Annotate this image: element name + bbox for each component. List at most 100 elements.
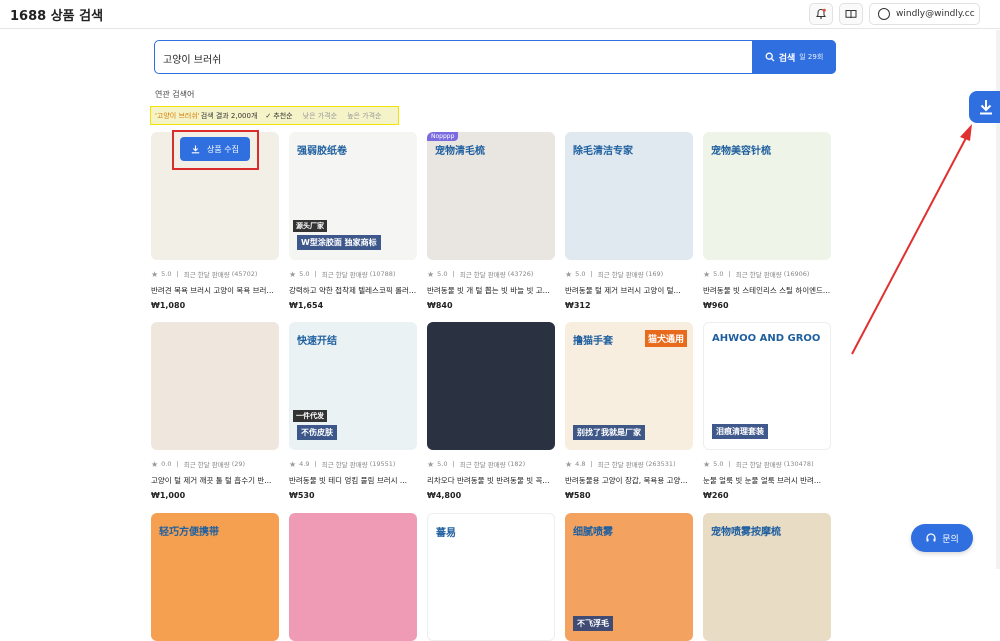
product-image[interactable]: 轻巧方便携带	[151, 513, 279, 641]
sales-label: 최근 한달 판매량	[459, 461, 506, 469]
search-input[interactable]	[163, 49, 743, 67]
product-card[interactable]: 轻巧方便携带	[151, 513, 279, 641]
image-caption-bottom: 泪痕清理套装	[712, 424, 768, 439]
sales-count: (263531)	[645, 460, 676, 468]
meta-separator: |	[314, 270, 317, 278]
product-card[interactable]: ★ 0.0 | 최근 한달 판매량 (29) 고양이 털 제거 깨끗 툴 털 흡수기 반.…	[151, 322, 279, 500]
search-box: 검색 일 29회	[154, 40, 836, 74]
rating: 5.0	[437, 270, 448, 278]
sales-count: (19551)	[369, 460, 396, 468]
product-image[interactable]: AHWOO AND GROO 泪痕清理套装	[703, 322, 831, 450]
image-caption-bottom: 不飞浮毛	[573, 616, 613, 631]
product-image[interactable]: 除毛清洁专家	[565, 132, 693, 260]
product-card[interactable]: ★ 5.0 | 최근 한달 판매량 (182) 리차오다 반려동물 빗 반려동물 빗 꼭.…	[427, 322, 555, 500]
product-meta: ★ 5.0 | 최근 한달 판매량 (169)	[565, 269, 693, 280]
product-card[interactable]: 蕃易	[427, 513, 555, 641]
product-title[interactable]: 반려동물 빗 개 털 뽑는 빗 바늘 빗 고...	[427, 285, 555, 296]
sort-high-price[interactable]: 높은 가격순	[347, 111, 381, 121]
search-button[interactable]: 검색 일 29회	[752, 40, 836, 74]
sort-recommended[interactable]: ✓ 추천순	[265, 111, 292, 121]
star-icon: ★	[565, 459, 573, 469]
star-icon: ★	[289, 459, 297, 469]
product-image[interactable]	[151, 322, 279, 450]
product-price: ₩530	[289, 491, 315, 500]
image-caption-corner: 猫犬通用	[644, 330, 687, 347]
product-image[interactable]: 细腻喷雾 不飞浮毛	[565, 513, 693, 641]
product-price: ₩580	[565, 491, 591, 500]
rating: 5.0	[713, 270, 724, 278]
sales-label: 최근 한달 판매량	[597, 461, 644, 469]
star-icon: ★	[565, 269, 573, 279]
rating: 5.0	[437, 460, 448, 468]
sort-low-price[interactable]: 낮은 가격순	[303, 111, 337, 121]
product-card[interactable]: 细腻喷雾 不飞浮毛	[565, 513, 693, 641]
account-button[interactable]: windly@windly.cc	[869, 3, 980, 25]
star-icon: ★	[427, 459, 435, 469]
star-icon: ★	[151, 269, 159, 279]
product-image[interactable]: 宠物清毛梳 Nopppp	[427, 132, 555, 260]
product-title[interactable]: 반려동물용 고양이 장갑, 목욕용 고양...	[565, 475, 693, 486]
product-title[interactable]: 반려동물 빗 테디 엉킴 풀림 브러시 ...	[289, 475, 417, 486]
floating-download-button[interactable]	[969, 91, 1000, 123]
collect-product-button[interactable]: 상품 수집	[180, 137, 250, 161]
top-bar: 1688 상품 검색 windly@windly.cc	[0, 0, 1000, 29]
product-card[interactable]	[289, 513, 417, 641]
meta-separator: |	[452, 460, 455, 468]
product-title[interactable]: 고양이 털 제거 깨끗 툴 털 흡수기 반...	[151, 475, 279, 486]
product-image[interactable]: 蕃易	[427, 513, 555, 641]
rating: 4.9	[299, 460, 310, 468]
chat-button[interactable]: 문의	[911, 524, 973, 552]
product-title[interactable]: 반려견 목욕 브러시 고양이 목욕 브러시...	[151, 285, 279, 296]
sales-label: 최근 한달 판매량	[597, 271, 644, 279]
product-card[interactable]: 强弱胶纸卷 W型涂胶面 独家商标 源头厂家 ★ 5.0 | 최근 한달 판매량 (10788)…	[289, 132, 417, 310]
search-icon	[765, 52, 775, 62]
product-image[interactable]: 强弱胶纸卷 W型涂胶面 独家商标 源头厂家	[289, 132, 417, 260]
meta-separator: |	[590, 270, 593, 278]
product-card[interactable]: AHWOO AND GROO 泪痕清理套装 ★ 5.0 | 최근 한달 판매량 (13047…	[703, 322, 831, 500]
product-title[interactable]: 눈물 얼룩 빗 눈물 얼룩 브러시 반려...	[703, 475, 831, 486]
product-price: ₩840	[427, 301, 453, 310]
sales-count: (43726)	[507, 270, 534, 278]
sales-label: 최근 한달 판매량	[735, 461, 782, 469]
meta-separator: |	[590, 460, 593, 468]
product-title[interactable]: 리차오다 반려동물 빗 반려동물 빗 꼭...	[427, 475, 555, 486]
product-title[interactable]: 반려동물 털 제거 브러시 고양이 털...	[565, 285, 693, 296]
product-card[interactable]: 宠物美容针梳 ★ 5.0 | 최근 한달 판매량 (16906) 반려동물 빗 스테인리스 …	[703, 132, 831, 310]
collect-button-label: 상품 수집	[207, 144, 239, 154]
product-card[interactable]: 宠物清毛梳 Nopppp ★ 5.0 | 최근 한달 판매량 (43726) 반려동물 빗 개…	[427, 132, 555, 310]
rating: 0.0	[161, 460, 172, 468]
product-image[interactable]	[427, 322, 555, 450]
product-image[interactable]: 宠物喷雾按摩梳	[703, 513, 831, 641]
product-card[interactable]: 快速开结 不伤皮肤 一件代发 ★ 4.9 | 최근 한달 판매량 (19551) 반려동물 빗 …	[289, 322, 417, 500]
rating: 5.0	[713, 460, 724, 468]
account-email: windly@windly.cc	[896, 9, 975, 19]
product-title[interactable]: 강력하고 약한 접착제 텔레스코픽 롤러...	[289, 285, 417, 296]
image-caption-top: 强弱胶纸卷	[297, 146, 347, 157]
sales-label: 최근 한달 판매량	[735, 271, 782, 279]
product-meta: ★ 5.0 | 최근 한달 판매량 (182)	[427, 459, 555, 470]
guide-button[interactable]	[839, 3, 863, 25]
product-image[interactable]: 撸猫手套 别找了我就是厂家 猫犬通用	[565, 322, 693, 450]
image-caption-side: 一件代发	[293, 410, 327, 422]
notification-button[interactable]	[809, 3, 833, 25]
product-card[interactable]: 宠物喷雾按摩梳	[703, 513, 831, 641]
sales-count: (29)	[231, 460, 246, 468]
product-card[interactable]: 撸猫手套 别找了我就是厂家 猫犬通用 ★ 4.8 | 최근 한달 판매량 (263531) 반려…	[565, 322, 693, 500]
product-image[interactable]: 快速开结 不伤皮肤 一件代发	[289, 322, 417, 450]
download-icon	[191, 145, 200, 153]
image-caption-top: 宠物清毛梳	[435, 146, 485, 157]
image-caption-top: 快速开结	[297, 336, 337, 347]
sales-label: 최근 한달 판매량	[321, 271, 368, 279]
star-icon: ★	[703, 459, 711, 469]
image-caption-top: 蕃易	[436, 528, 456, 539]
sales-count: (169)	[645, 270, 664, 278]
product-title[interactable]: 반려동물 빗 스테인리스 스틸 하이엔드...	[703, 285, 831, 296]
image-caption-bottom: W型涂胶面 独家商标	[297, 235, 381, 250]
product-image[interactable]: 宠物美容针梳	[703, 132, 831, 260]
sales-count: (16906)	[783, 270, 810, 278]
product-image[interactable]	[289, 513, 417, 641]
meta-separator: |	[176, 460, 179, 468]
sales-count: (10788)	[369, 270, 396, 278]
check-icon: ✓	[265, 111, 272, 120]
product-card[interactable]: 除毛清洁专家 ★ 5.0 | 최근 한달 판매량 (169) 반려동물 털 제거 브러시 고…	[565, 132, 693, 310]
